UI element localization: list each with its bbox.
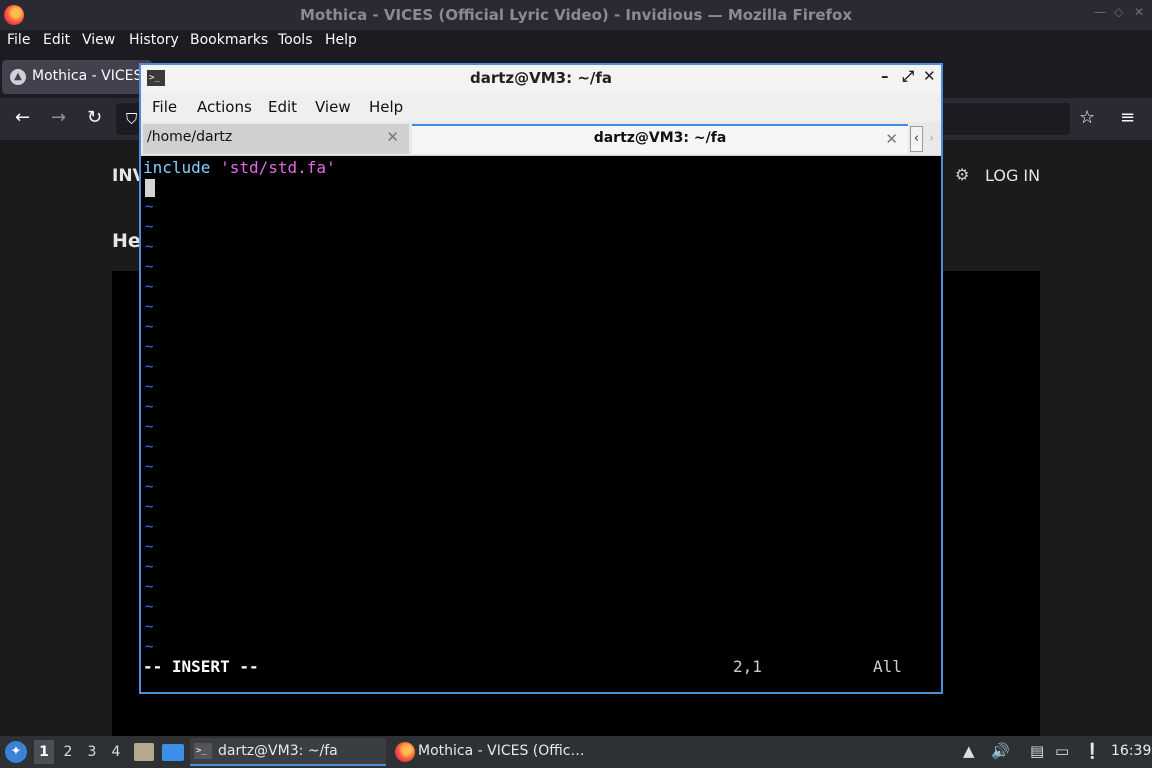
show-desktop-icon[interactable] (162, 744, 184, 761)
close-icon[interactable]: ✕ (923, 67, 936, 85)
maximize-icon[interactable]: ◇ (1114, 5, 1123, 19)
menu-tools[interactable]: Tools (278, 32, 313, 48)
text-cursor (145, 179, 155, 197)
terminal-icon: >_ (194, 743, 212, 759)
invidious-favicon-icon: ▲ (10, 69, 26, 85)
tilde-marker: ~ (145, 339, 154, 355)
firefox-icon (395, 742, 415, 762)
minimize-icon[interactable]: — (1094, 5, 1106, 19)
cursor-position: 2,1 (733, 657, 762, 676)
tilde-marker: ~ (145, 519, 154, 535)
reload-icon[interactable]: ↻ (87, 107, 102, 128)
login-link[interactable]: LOG IN (985, 166, 1040, 185)
tilde-marker: ~ (145, 479, 154, 495)
terminal-menu-actions[interactable]: Actions (197, 98, 252, 116)
browser-tab[interactable]: ▲ Mothica - VICES (2, 60, 152, 94)
terminal-tabbar: /home/dartz ✕ dartz@VM3: ~/fa ✕ ‹ › (141, 122, 941, 156)
code-keyword: include (143, 158, 211, 177)
close-icon[interactable]: ✕ (1134, 5, 1144, 19)
tilde-marker: ~ (145, 579, 154, 595)
video-heading: He (112, 230, 141, 252)
firefox-menubar: File Edit View History Bookmarks Tools H… (0, 30, 1152, 54)
tilde-marker: ~ (145, 499, 154, 515)
tilde-marker: ~ (145, 259, 154, 275)
tilde-marker: ~ (145, 559, 154, 575)
gear-icon[interactable]: ⚙ (955, 165, 969, 184)
tilde-marker: ~ (145, 419, 154, 435)
terminal-tab-label: dartz@VM3: ~/fa (593, 130, 727, 146)
tilde-marker: ~ (145, 359, 154, 375)
tilde-marker: ~ (145, 459, 154, 475)
clock[interactable]: 16:39 (1111, 743, 1151, 759)
tilde-marker: ~ (145, 279, 154, 295)
menu-bookmarks[interactable]: Bookmarks (190, 32, 268, 48)
tilde-marker: ~ (145, 319, 154, 335)
tilde-marker: ~ (145, 599, 154, 615)
bookmark-star-icon[interactable]: ☆ (1079, 107, 1095, 128)
tilde-marker: ~ (145, 619, 154, 635)
tilde-marker: ~ (145, 539, 154, 555)
back-icon[interactable]: ← (15, 107, 30, 128)
scroll-indicator: All (873, 657, 902, 676)
workspace-3[interactable]: 3 (82, 740, 102, 764)
tray-arrow-icon[interactable]: ▲ (963, 742, 975, 760)
terminal-tab-home[interactable]: /home/dartz ✕ (143, 124, 409, 154)
browser-tab-label: Mothica - VICES (32, 68, 143, 84)
tilde-marker: ~ (145, 199, 154, 215)
close-tab-icon[interactable]: ✕ (386, 128, 399, 146)
workspace-4[interactable]: 4 (106, 740, 126, 764)
terminal-menu-file[interactable]: File (152, 98, 177, 116)
shield-icon[interactable]: ⛉ (126, 110, 137, 128)
forward-icon[interactable]: → (51, 107, 66, 128)
tilde-marker: ~ (145, 439, 154, 455)
tilde-marker: ~ (145, 299, 154, 315)
maximize-icon[interactable]: ⤢ (902, 67, 914, 85)
workspace-1[interactable]: 1 (34, 740, 54, 764)
network-icon[interactable]: ▭ (1055, 742, 1069, 760)
task-label: dartz@VM3: ~/fa (218, 743, 338, 759)
code-line: include 'std/std.fa' (143, 158, 336, 177)
menu-view[interactable]: View (82, 32, 115, 48)
tilde-marker: ~ (145, 639, 154, 655)
taskbar-task-firefox[interactable]: Mothica - VICES (Offic… (390, 738, 590, 766)
hamburger-menu-icon[interactable]: ≡ (1120, 107, 1135, 128)
terminal-window: >_ dartz@VM3: ~/fa – ⤢ ✕ File Actions Ed… (139, 63, 943, 694)
terminal-menu-edit[interactable]: Edit (268, 98, 297, 116)
empty-line-markers: ~ ~ ~ ~ ~ ~ ~ ~ ~ ~ ~ ~ ~ ~ ~ ~ ~ ~ ~ ~ … (145, 197, 165, 657)
firefox-window-title: Mothica - VICES (Official Lyric Video) -… (299, 6, 853, 24)
close-tab-icon[interactable]: ✕ (885, 130, 898, 148)
terminal-menubar: File Actions Edit View Help (141, 92, 941, 122)
terminal-titlebar[interactable]: >_ dartz@VM3: ~/fa – ⤢ ✕ (141, 65, 941, 92)
menu-history[interactable]: History (129, 32, 179, 48)
tilde-marker: ~ (145, 399, 154, 415)
terminal-menu-help[interactable]: Help (369, 98, 403, 116)
terminal-tab-label: /home/dartz (147, 129, 233, 145)
terminal-menu-view[interactable]: View (315, 98, 351, 116)
taskbar-task-terminal[interactable]: >_ dartz@VM3: ~/fa (190, 738, 386, 766)
terminal-tab-fa[interactable]: dartz@VM3: ~/fa ✕ (412, 124, 908, 154)
volume-icon[interactable]: 🔊 (991, 742, 1010, 760)
clipboard-icon[interactable]: ▤ (1030, 742, 1044, 760)
vim-mode-indicator: -- INSERT -- (143, 657, 259, 676)
menu-edit[interactable]: Edit (43, 32, 70, 48)
taskbar: ✦ 1 2 3 4 >_ dartz@VM3: ~/fa Mothica - V… (0, 736, 1152, 768)
menu-help[interactable]: Help (325, 32, 357, 48)
tab-scroll-left-icon[interactable]: ‹ (910, 126, 923, 152)
terminal-window-title: dartz@VM3: ~/fa (469, 69, 613, 87)
tilde-marker: ~ (145, 379, 154, 395)
minimize-icon[interactable]: – (881, 67, 889, 85)
file-manager-icon[interactable] (134, 743, 154, 761)
menu-file[interactable]: File (7, 32, 30, 48)
code-string: 'std/std.fa' (220, 158, 336, 177)
task-label: Mothica - VICES (Offic… (418, 743, 585, 759)
start-menu-icon[interactable]: ✦ (5, 741, 27, 763)
tilde-marker: ~ (145, 239, 154, 255)
notification-icon[interactable]: ❕ (1083, 742, 1102, 760)
vim-editor[interactable]: include 'std/std.fa' ~ ~ ~ ~ ~ ~ ~ ~ ~ ~… (143, 157, 939, 692)
tilde-marker: ~ (145, 219, 154, 235)
firefox-titlebar: Mothica - VICES (Official Lyric Video) -… (0, 0, 1152, 30)
workspace-2[interactable]: 2 (58, 740, 78, 764)
tab-scroll-right-icon[interactable]: › (925, 126, 938, 152)
